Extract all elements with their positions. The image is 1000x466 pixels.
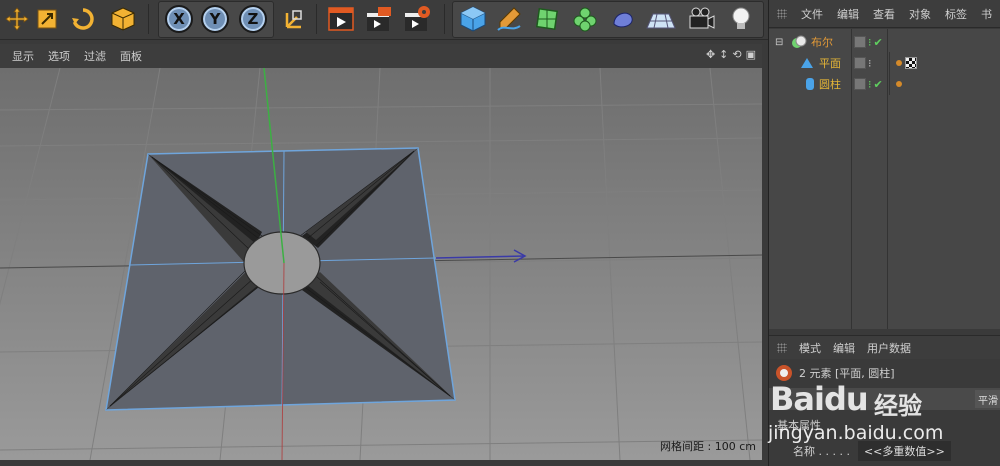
panel-grip-icon[interactable] xyxy=(777,342,787,353)
object-name: 布尔 xyxy=(811,36,833,49)
section-header: 基本属性 xyxy=(769,414,1000,436)
render-picture-viewer-icon[interactable] xyxy=(362,2,396,36)
viewport-navigation: ✥ ↕ ⟲ ▣ xyxy=(706,48,756,61)
tab-row: 平滑 xyxy=(769,388,1000,410)
deformer-icon[interactable] xyxy=(606,2,640,36)
main-toolbar: X Y Z xyxy=(0,0,768,40)
primitive-cube-icon[interactable] xyxy=(456,2,490,36)
visibility-flags[interactable]: ⁝ xyxy=(851,52,887,74)
x-axis-button[interactable]: X xyxy=(162,2,196,36)
menu-edit[interactable]: 编辑 xyxy=(833,340,855,356)
object-row-boolean[interactable]: ⊟ 布尔 ⁝ ✔ xyxy=(769,31,1000,53)
menu-tags[interactable]: 标签 xyxy=(945,6,967,22)
menu-user-data[interactable]: 用户数据 xyxy=(867,340,911,356)
light-icon[interactable] xyxy=(724,2,758,36)
menu-panel[interactable]: 面板 xyxy=(120,48,142,64)
y-axis-label: Y xyxy=(201,5,229,33)
grid-spacing-label: 网格间距 : 100 cm xyxy=(660,440,756,453)
plane-icon xyxy=(801,58,813,68)
pen-spline-icon[interactable] xyxy=(492,2,526,36)
phong-tag-icon[interactable] xyxy=(896,81,902,87)
object-cube-icon[interactable] xyxy=(106,2,140,36)
panel-grip-icon[interactable] xyxy=(777,8,787,19)
x-axis-label: X xyxy=(165,5,193,33)
menu-filter[interactable]: 过滤 xyxy=(84,48,106,64)
coordinate-system-icon[interactable] xyxy=(276,2,310,36)
object-name: 圆柱 xyxy=(819,78,841,91)
menu-file[interactable]: 文件 xyxy=(801,6,823,22)
right-panel: 文件 编辑 查看 对象 标签 书 ⊟ 布尔 ⁝ ✔ 平面 ⁝ 圆柱 ⁝ ✔ 模式… xyxy=(768,0,1000,466)
selection-info: 2 元素 [平面, 圆柱] xyxy=(769,362,1000,384)
object-name: 平面 xyxy=(819,57,841,70)
phong-tag-icon[interactable] xyxy=(896,60,902,66)
collapse-icon[interactable]: ⊟ xyxy=(775,37,783,48)
zoom-view-icon[interactable]: ↕ xyxy=(719,48,728,61)
render-settings-icon[interactable] xyxy=(400,2,434,36)
menu-mode[interactable]: 模式 xyxy=(799,340,821,356)
cloner-icon[interactable] xyxy=(568,2,602,36)
z-axis-label: Z xyxy=(239,5,267,33)
tags xyxy=(889,52,917,74)
name-label: 名称 . . . . . xyxy=(793,445,850,458)
section-title: 基本属性 xyxy=(777,419,821,432)
selection-text: 2 元素 [平面, 圆柱] xyxy=(799,367,895,380)
name-value-field[interactable]: <<多重数值>> xyxy=(857,441,951,461)
visibility-flags[interactable]: ⁝ ✔ xyxy=(851,31,887,53)
object-manager-menu: 文件 编辑 查看 对象 标签 书 xyxy=(769,0,1000,28)
multi-object-icon xyxy=(776,365,792,381)
boolean-icon xyxy=(792,35,807,48)
y-axis-button[interactable]: Y xyxy=(198,2,232,36)
object-row-plane[interactable]: 平面 ⁝ xyxy=(769,52,1000,74)
rotate-tool-icon[interactable] xyxy=(66,2,100,36)
cinema4d-window: X Y Z 显示 选项 过滤 面板 ✥ ↕ ⟲ ▣ 网格间距: 100 cm … xyxy=(0,0,1000,466)
boolean-plane-object[interactable] xyxy=(105,147,456,411)
floor-environment-icon[interactable] xyxy=(644,2,678,36)
menu-view[interactable]: 查看 xyxy=(873,6,895,22)
toggle-view-icon[interactable]: ▣ xyxy=(746,48,756,61)
name-field-row: 名称 . . . . . <<多重数值>> xyxy=(769,440,1000,462)
3d-viewport[interactable]: 网格间距 : 100 cm xyxy=(0,68,762,460)
smooth-tab[interactable]: 平滑 xyxy=(975,390,1000,408)
cylinder-icon xyxy=(806,78,814,90)
menu-objects[interactable]: 对象 xyxy=(909,6,931,22)
material-tag-icon[interactable] xyxy=(905,57,917,69)
visibility-flags[interactable]: ⁝ ✔ xyxy=(851,73,887,95)
pan-view-icon[interactable]: ✥ xyxy=(706,48,715,61)
menu-options[interactable]: 选项 xyxy=(48,48,70,64)
menu-edit[interactable]: 编辑 xyxy=(837,6,859,22)
object-list[interactable]: ⊟ 布尔 ⁝ ✔ 平面 ⁝ 圆柱 ⁝ ✔ xyxy=(769,29,1000,329)
menu-bookmarks[interactable]: 书 xyxy=(981,6,992,22)
subdivision-surface-icon[interactable] xyxy=(530,2,564,36)
rotate-view-icon[interactable]: ⟲ xyxy=(732,48,741,61)
menu-display[interactable]: 显示 xyxy=(12,48,34,64)
viewport-scene xyxy=(0,68,762,460)
attribute-body: 2 元素 [平面, 圆柱] 平滑 基本属性 名称 . . . . . <<多重数… xyxy=(769,360,1000,466)
camera-icon[interactable] xyxy=(684,2,718,36)
scale-tool-icon[interactable] xyxy=(30,2,64,36)
render-view-icon[interactable] xyxy=(324,2,358,36)
move-tool-icon[interactable] xyxy=(0,2,34,36)
tags xyxy=(889,73,902,95)
attribute-manager-menu: 模式 编辑 用户数据 xyxy=(769,335,1000,359)
object-row-cylinder[interactable]: 圆柱 ⁝ ✔ xyxy=(769,73,1000,95)
z-axis-button[interactable]: Z xyxy=(236,2,270,36)
viewport-menu-bar: 显示 选项 过滤 面板 ✥ ↕ ⟲ ▣ xyxy=(0,44,762,68)
